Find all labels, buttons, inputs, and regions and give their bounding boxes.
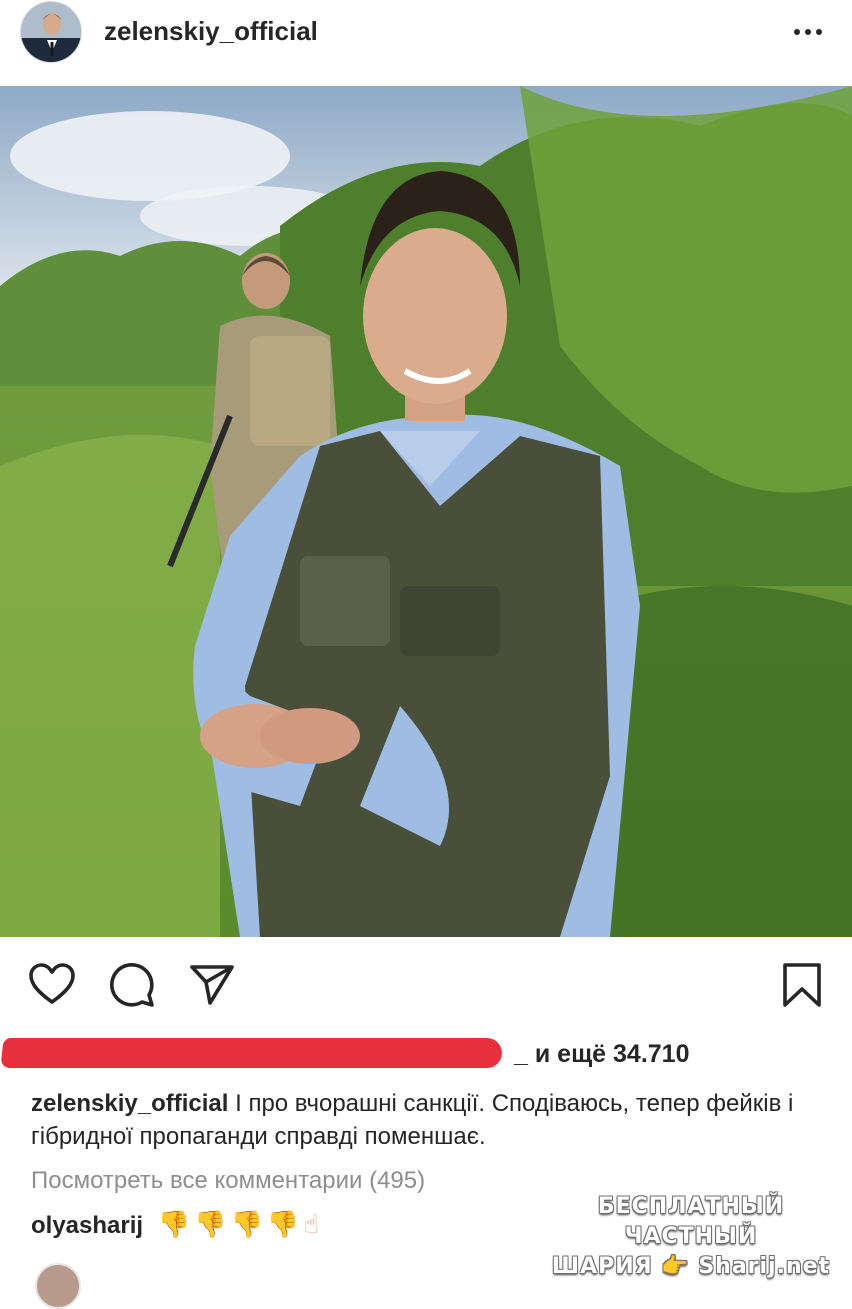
likes-count[interactable]: _ и ещё 34.710 — [514, 1040, 689, 1069]
comment-item: olyasharij 👎👎👎👎☝ — [31, 1210, 323, 1240]
paper-plane-icon — [190, 965, 234, 1005]
post-actions — [0, 937, 852, 1032]
watermark: БЕСПЛАТНЫЙ ЧАСТНЫЙ ШАРИЯ 👉 Sharij.net — [546, 1192, 836, 1282]
comment-username[interactable]: olyasharij — [31, 1212, 143, 1239]
watermark-line-1: БЕСПЛАТНЫЙ ЧАСТНЫЙ — [597, 1194, 785, 1249]
like-button[interactable] — [28, 961, 76, 1009]
heart-icon — [29, 963, 75, 1004]
comment-bubble-icon — [110, 963, 154, 1007]
save-button[interactable] — [778, 961, 826, 1009]
post-caption: zelenskiy_official І про вчорашні санкці… — [31, 1087, 821, 1153]
more-horizontal-icon — [794, 29, 822, 35]
avatar[interactable] — [20, 1, 82, 63]
post-header: zelenskiy_official — [0, 0, 852, 86]
watermark-line-2: ШАРИЯ 👉 Sharij.net — [551, 1254, 831, 1279]
redaction-mark — [0, 1038, 504, 1068]
comment-emojis: 👎👎👎👎☝ — [157, 1210, 324, 1240]
more-options-button[interactable] — [790, 20, 826, 44]
share-button[interactable] — [188, 961, 236, 1009]
avatar-image — [21, 2, 81, 62]
post-username[interactable]: zelenskiy_official — [104, 16, 318, 47]
caption-username[interactable]: zelenskiy_official — [31, 1090, 228, 1117]
post-photo[interactable] — [0, 86, 852, 937]
next-post-avatar[interactable] — [35, 1263, 81, 1309]
likes-row: _ и ещё 34.710 — [0, 1030, 852, 1078]
post-image — [0, 86, 852, 937]
view-all-comments-link[interactable]: Посмотреть все комментарии (495) — [31, 1167, 425, 1195]
comment-button[interactable] — [108, 961, 156, 1009]
bookmark-icon — [783, 963, 821, 1007]
